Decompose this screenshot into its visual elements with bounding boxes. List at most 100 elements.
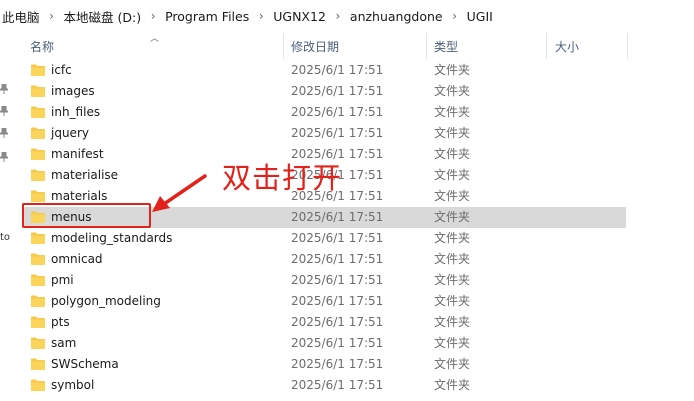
modified-date: 2025/6/1 17:51 [291,252,384,266]
list-item[interactable]: omnicad 2025/6/1 17:51 文件夹 [22,249,626,270]
file-name: pts [51,315,70,329]
file-name: SWSchema [51,357,119,371]
sort-up-icon: ︿ [150,34,160,44]
file-type: 文件夹 [434,231,471,245]
file-type: 文件夹 [434,252,471,266]
chevron-right-icon[interactable]: › [42,9,62,23]
modified-date: 2025/6/1 17:51 [291,105,384,119]
file-type: 文件夹 [434,210,471,224]
folder-icon [31,148,45,160]
file-type: 文件夹 [434,147,471,161]
folder-icon [31,253,45,265]
folder-icon [31,337,45,349]
modified-date: 2025/6/1 17:51 [291,126,384,140]
column-divider[interactable] [426,33,427,59]
file-name: inh_files [51,105,101,119]
modified-date: 2025/6/1 17:51 [291,84,384,98]
column-header-size[interactable]: 大小 [555,33,579,59]
modified-date: 2025/6/1 17:51 [291,378,384,392]
file-list: icfc 2025/6/1 17:51 文件夹 images 2025/6/1 17:5… [22,59,694,401]
modified-date: 2025/6/1 17:51 [291,210,384,224]
list-item[interactable]: jquery 2025/6/1 17:51 文件夹 [22,123,626,144]
breadcrumb-item[interactable]: UGNX12 [271,9,328,24]
modified-date: 2025/6/1 17:51 [291,336,384,350]
modified-date: 2025/6/1 17:51 [291,315,384,329]
pin-icon[interactable] [0,128,8,138]
folder-icon [31,64,45,76]
breadcrumb-item[interactable]: 本地磁盘 (D:) [62,7,144,26]
column-header-name[interactable]: 名称 [30,33,54,59]
file-name: polygon_modeling [51,294,161,308]
chevron-right-icon[interactable]: › [328,9,348,23]
folder-icon [31,127,45,139]
list-item[interactable]: pts 2025/6/1 17:51 文件夹 [22,312,626,333]
folder-icon [31,295,45,307]
column-divider[interactable] [627,33,628,59]
folder-icon [31,274,45,286]
highlight-box [22,203,151,228]
list-item[interactable]: sam 2025/6/1 17:51 文件夹 [22,333,626,354]
list-item[interactable]: inh_files 2025/6/1 17:51 文件夹 [22,102,626,123]
folder-icon [31,190,45,202]
file-type: 文件夹 [434,126,471,140]
list-item[interactable]: polygon_modeling 2025/6/1 17:51 文件夹 [22,291,626,312]
annotation-text: 双击打开 [222,161,343,195]
nav-item-label[interactable]: to [0,232,10,243]
navigation-pane: to [0,32,22,401]
file-name: images [51,84,95,98]
modified-date: 2025/6/1 17:51 [291,231,384,245]
folder-icon [31,106,45,118]
list-item[interactable]: images 2025/6/1 17:51 文件夹 [22,81,626,102]
file-type: 文件夹 [434,168,471,182]
file-type: 文件夹 [434,273,471,287]
list-item[interactable]: symbol 2025/6/1 17:51 文件夹 [22,375,626,396]
column-divider[interactable] [283,33,284,59]
modified-date: 2025/6/1 17:51 [291,63,384,77]
pin-icon[interactable] [0,152,8,162]
column-divider[interactable] [546,33,547,59]
pin-icon[interactable] [0,106,8,116]
breadcrumb-item[interactable]: anzhuangdone [348,9,445,24]
file-type: 文件夹 [434,315,471,329]
modified-date: 2025/6/1 17:51 [291,294,384,308]
file-name: modeling_standards [51,231,173,245]
file-type: 文件夹 [434,105,471,119]
file-name: manifest [51,147,104,161]
file-name: symbol [51,378,95,392]
breadcrumb-item[interactable]: Program Files [163,9,251,24]
chevron-right-icon[interactable]: › [251,9,271,23]
chevron-right-icon[interactable]: › [445,9,465,23]
breadcrumb-item[interactable]: UGII [465,9,495,24]
folder-icon [31,379,45,391]
file-type: 文件夹 [434,357,471,371]
file-type: 文件夹 [434,189,471,203]
file-name: sam [51,336,77,350]
file-type: 文件夹 [434,84,471,98]
file-name: omnicad [51,252,103,266]
breadcrumb: 此电脑 › 本地磁盘 (D:) › Program Files › UGNX12… [0,0,694,32]
file-name: pmi [51,273,74,287]
file-type: 文件夹 [434,336,471,350]
file-name: materialise [51,168,119,182]
file-name: icfc [51,63,72,77]
pin-icon[interactable] [0,84,8,94]
breadcrumb-item[interactable]: 此电脑 [0,7,42,26]
folder-icon [31,358,45,370]
list-item[interactable]: modeling_standards 2025/6/1 17:51 文件夹 [22,228,626,249]
modified-date: 2025/6/1 17:51 [291,357,384,371]
list-item[interactable]: icfc 2025/6/1 17:51 文件夹 [22,60,626,81]
column-header-type[interactable]: 类型 [434,33,458,59]
list-item[interactable]: SWSchema 2025/6/1 17:51 文件夹 [22,354,626,375]
column-header-date[interactable]: 修改日期 [291,33,339,59]
folder-icon [31,232,45,244]
modified-date: 2025/6/1 17:51 [291,273,384,287]
folder-icon [31,316,45,328]
chevron-right-icon[interactable]: › [143,9,163,23]
file-name: jquery [51,126,89,140]
list-item[interactable]: pmi 2025/6/1 17:51 文件夹 [22,270,626,291]
file-type: 文件夹 [434,378,471,392]
file-type: 文件夹 [434,294,471,308]
folder-icon [31,169,45,181]
file-type: 文件夹 [434,63,471,77]
folder-icon [31,85,45,97]
